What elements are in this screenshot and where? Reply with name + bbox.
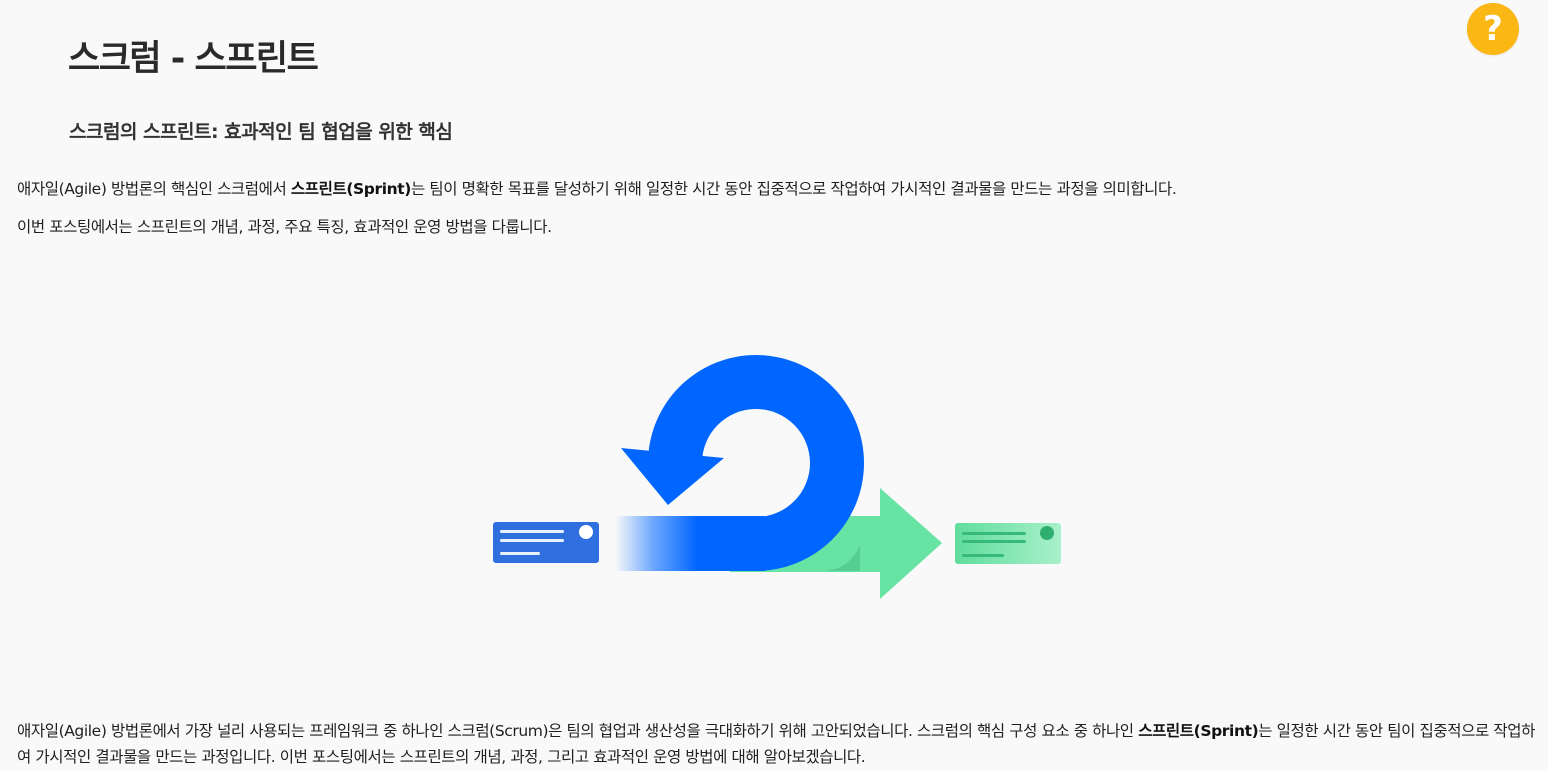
intro-text-bold: 스프린트(Sprint) xyxy=(290,180,411,198)
body-text-pre: 애자일(Agile) 방법론에서 가장 널리 사용되는 프레임워크 중 하나인 … xyxy=(17,722,1139,740)
page-subtitle: 스크럼의 스프린트: 효과적인 팀 협업을 위한 핵심 xyxy=(69,121,453,143)
body-paragraph: 애자일(Agile) 방법론에서 가장 널리 사용되는 프레임워크 중 하나인 … xyxy=(17,718,1537,770)
scrum-sprint-cycle-icon xyxy=(493,355,1061,599)
sprint-cycle-icon xyxy=(615,355,864,572)
body-text-bold: 스프린트(Sprint) xyxy=(1138,722,1259,740)
intro-text-post: 는 팀이 명확한 목표를 달성하기 위해 일정한 시간 동안 집중적으로 작업하… xyxy=(410,180,1177,198)
help-button[interactable]: ? xyxy=(1467,3,1519,55)
backlog-card-icon xyxy=(493,522,599,563)
intro-paragraph-2: 이번 포스팅에서는 스프린트의 개념, 과정, 주요 특징, 효과적인 운영 방… xyxy=(17,218,552,236)
question-icon: ? xyxy=(1483,9,1503,49)
scrum-sprint-illustration xyxy=(480,340,1080,614)
page-title: 스크럼 - 스프린트 xyxy=(68,39,319,79)
increment-card-icon xyxy=(955,523,1061,564)
intro-text-pre: 애자일(Agile) 방법론의 핵심인 스크럼에서 xyxy=(17,180,291,198)
intro-paragraph-1: 애자일(Agile) 방법론의 핵심인 스크럼에서 스프린트(Sprint)는 … xyxy=(17,177,1177,199)
